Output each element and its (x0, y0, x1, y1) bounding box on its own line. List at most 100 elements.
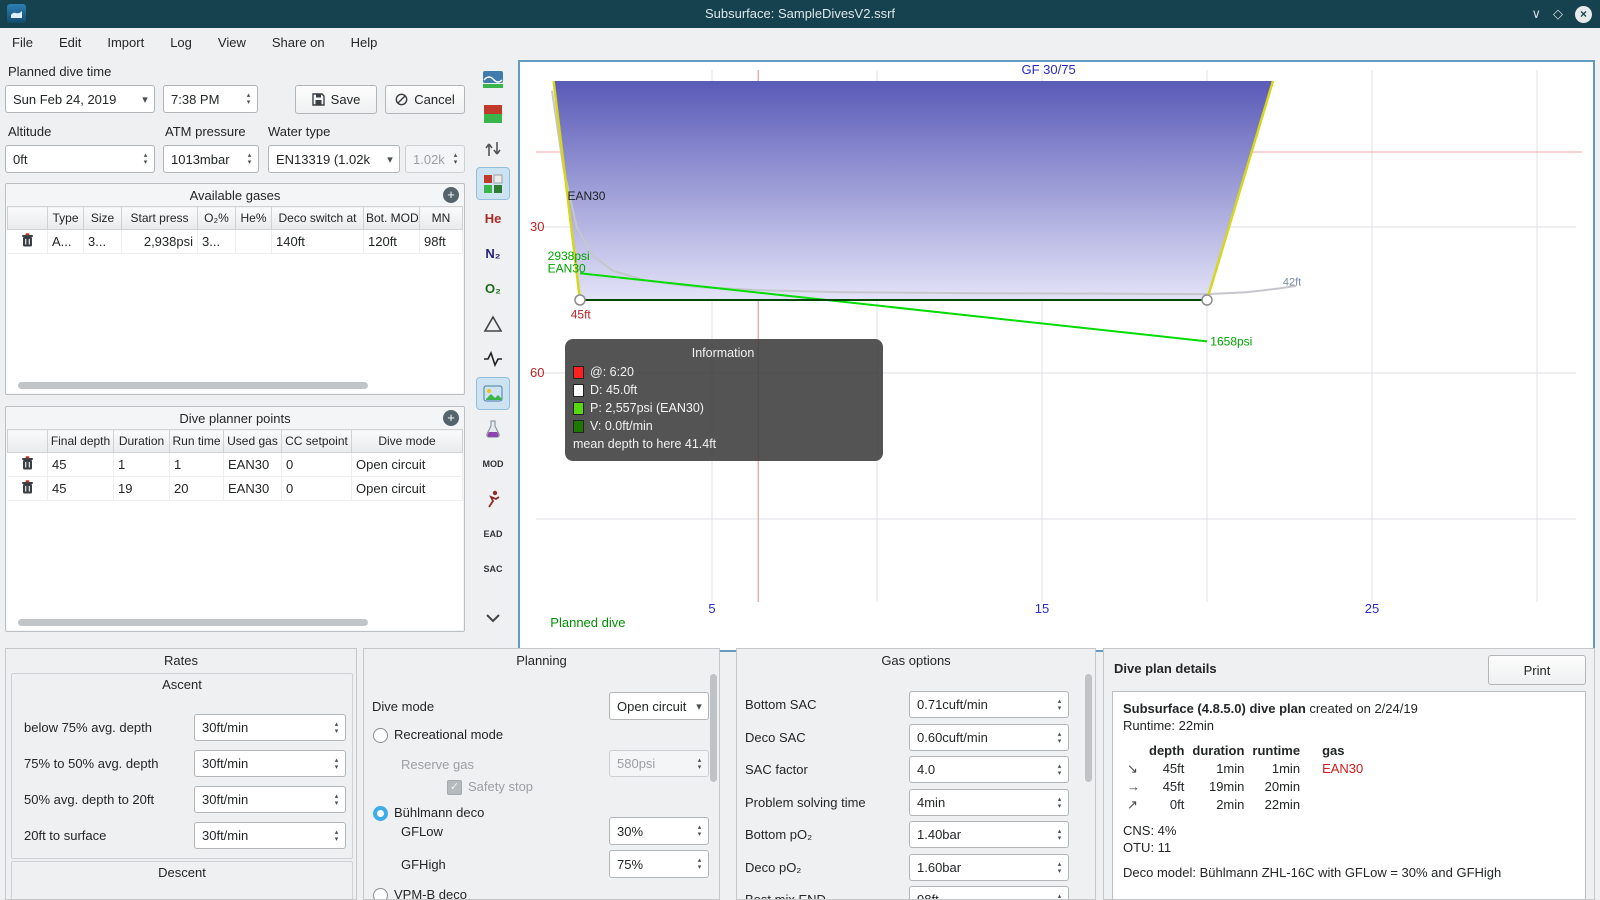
table-cell[interactable]: EAN30 (223, 452, 282, 477)
information-tooltip[interactable]: Information @: 6:20 D: 45.0ft P: 2,557psi … (565, 339, 883, 461)
ascent-rate-spinner[interactable]: 30ft/min ▴ ▾ (194, 786, 346, 813)
spinner-down-icon[interactable]: ▾ (1058, 770, 1062, 777)
atm-pressure-spinner[interactable]: 1013mbar ▴ ▾ (163, 145, 259, 173)
spinner-up-icon[interactable]: ▴ (698, 857, 702, 864)
spinner-up-icon[interactable]: ▴ (1058, 731, 1062, 738)
delete-row-icon[interactable] (7, 229, 48, 254)
table-cell[interactable]: A... (47, 229, 84, 254)
menu-edit[interactable]: Edit (59, 35, 81, 50)
time-spinner[interactable]: 7:38 PM ▴ ▾ (163, 85, 258, 113)
spinner-up-icon[interactable]: ▴ (1058, 893, 1062, 900)
table-row[interactable]: 45 1 1 EAN30 0 Open circuit (7, 452, 463, 477)
spinner-up-icon[interactable]: ▴ (335, 721, 339, 728)
save-button[interactable]: Save (295, 85, 377, 114)
table-cell[interactable]: 1 (113, 452, 170, 477)
table-cell[interactable]: 45 (47, 476, 114, 501)
column-header[interactable]: Dive mode (351, 429, 463, 453)
ascent-rate-spinner[interactable]: 30ft/min ▴ ▾ (194, 822, 346, 849)
column-header[interactable]: Deco switch at (271, 206, 364, 230)
spinner-down-icon[interactable]: ▾ (335, 728, 339, 735)
water-type-select[interactable]: EN13319 (1.02k ▾ (268, 145, 400, 173)
spinner-up-icon[interactable]: ▴ (1058, 828, 1062, 835)
pp-nitrogen-icon[interactable]: N₂ (476, 237, 510, 270)
column-header[interactable]: Size (83, 206, 122, 230)
ascent-rate-spinner[interactable]: 30ft/min ▴ ▾ (194, 750, 346, 777)
spinner-down-icon[interactable]: ▾ (1058, 835, 1062, 842)
tissues-icon[interactable] (476, 412, 510, 445)
column-header[interactable]: Final depth (47, 429, 114, 453)
recreational-mode-radio[interactable] (373, 728, 388, 743)
date-select[interactable]: Sun Feb 24, 2019 ▾ (5, 85, 155, 113)
dive-mode-icon[interactable] (476, 62, 510, 95)
menu-import[interactable]: Import (107, 35, 144, 50)
spinner-down-icon[interactable]: ▾ (1058, 803, 1062, 810)
spinner-down-icon[interactable]: ▾ (247, 99, 251, 106)
gas-option-spinner[interactable]: 1.60bar ▴ ▾ (909, 854, 1069, 881)
column-header[interactable]: MN (419, 206, 463, 230)
table-cell[interactable]: 20 (169, 476, 224, 501)
table-cell[interactable] (235, 229, 272, 254)
spinner-down-icon[interactable]: ▾ (335, 836, 339, 843)
pp-oxygen-icon[interactable]: O₂ (476, 272, 510, 305)
add-gas-button[interactable]: + (443, 187, 459, 203)
table-cell[interactable]: 140ft (271, 229, 364, 254)
column-header[interactable]: Run time (169, 429, 224, 453)
spinner-down-icon[interactable]: ▾ (144, 159, 148, 166)
column-header[interactable]: O₂% (197, 206, 236, 230)
heart-rate-icon[interactable] (476, 342, 510, 375)
calculated-ceiling-icon[interactable] (476, 167, 510, 200)
minimize-icon[interactable]: ∨ (1531, 6, 1541, 22)
altitude-spinner[interactable]: 0ft ▴ ▾ (5, 145, 155, 173)
table-cell[interactable]: 0 (281, 452, 352, 477)
table-cell[interactable]: 2,938psi (121, 229, 198, 254)
menu-help[interactable]: Help (351, 35, 378, 50)
spinner-down-icon[interactable]: ▾ (1058, 868, 1062, 875)
delete-row-icon[interactable] (7, 452, 48, 477)
table-cell[interactable]: Open circuit (351, 452, 463, 477)
spinner-up-icon[interactable]: ▴ (247, 92, 251, 99)
sac-icon[interactable]: SAC (476, 552, 510, 585)
horizontal-scrollbar[interactable] (18, 619, 368, 626)
column-header[interactable]: CC setpoint (281, 429, 352, 453)
spinner-down-icon[interactable]: ▾ (1058, 705, 1062, 712)
gas-option-spinner[interactable]: 4.0 ▴ ▾ (909, 756, 1069, 783)
table-cell[interactable]: 0 (281, 476, 352, 501)
table-cell[interactable]: Open circuit (351, 476, 463, 501)
dive-mode-select[interactable]: Open circuit ▾ (609, 692, 709, 720)
delete-row-icon[interactable] (7, 476, 48, 501)
gas-option-spinner[interactable]: 98ft▴▾ (909, 886, 1069, 900)
menu-view[interactable]: View (218, 35, 246, 50)
table-cell[interactable]: 45 (47, 452, 114, 477)
column-header[interactable]: Bot. MOD (363, 206, 420, 230)
horizontal-scrollbar[interactable] (18, 382, 368, 389)
table-cell[interactable]: 120ft (363, 229, 420, 254)
increments-icon[interactable] (476, 132, 510, 165)
vpmb-deco-label[interactable]: VPM-B deco (394, 887, 467, 899)
gas-option-spinner[interactable]: 4min ▴ ▾ (909, 789, 1069, 816)
spinner-up-icon[interactable]: ▴ (335, 829, 339, 836)
table-cell[interactable]: 3... (83, 229, 122, 254)
spinner-down-icon[interactable]: ▾ (335, 764, 339, 771)
spinner-down-icon[interactable]: ▾ (698, 864, 702, 871)
spinner-down-icon[interactable]: ▾ (248, 159, 252, 166)
dc-reported-ceiling-icon[interactable] (476, 307, 510, 340)
gas-option-spinner[interactable]: 0.60cuft/min ▴ ▾ (909, 724, 1069, 751)
spinner-up-icon[interactable]: ▴ (335, 793, 339, 800)
pp-helium-icon[interactable]: He (476, 202, 510, 235)
spinner-down-icon[interactable]: ▾ (1058, 738, 1062, 745)
menu-log[interactable]: Log (170, 35, 192, 50)
buhlmann-deco-label[interactable]: Bühlmann deco (394, 805, 484, 820)
ead-icon[interactable]: EAD (476, 517, 510, 550)
menu-file[interactable]: File (12, 35, 33, 50)
spinner-up-icon[interactable]: ▴ (248, 152, 252, 159)
gfhigh-spinner[interactable]: 75% ▴ ▾ (609, 850, 709, 878)
ascent-rate-spinner[interactable]: 30ft/min ▴ ▾ (194, 714, 346, 741)
spinner-up-icon[interactable]: ▴ (1058, 861, 1062, 868)
show-photos-icon[interactable] (476, 377, 510, 410)
table-cell[interactable]: 98ft (419, 229, 463, 254)
gflow-spinner[interactable]: 30% ▴ ▾ (609, 817, 709, 845)
maximize-icon[interactable]: ◇ (1553, 6, 1563, 22)
gas-option-spinner[interactable]: 1.40bar ▴ ▾ (909, 821, 1069, 848)
spinner-down-icon[interactable]: ▾ (698, 831, 702, 838)
ceiling-toggle-icon[interactable] (476, 97, 510, 130)
